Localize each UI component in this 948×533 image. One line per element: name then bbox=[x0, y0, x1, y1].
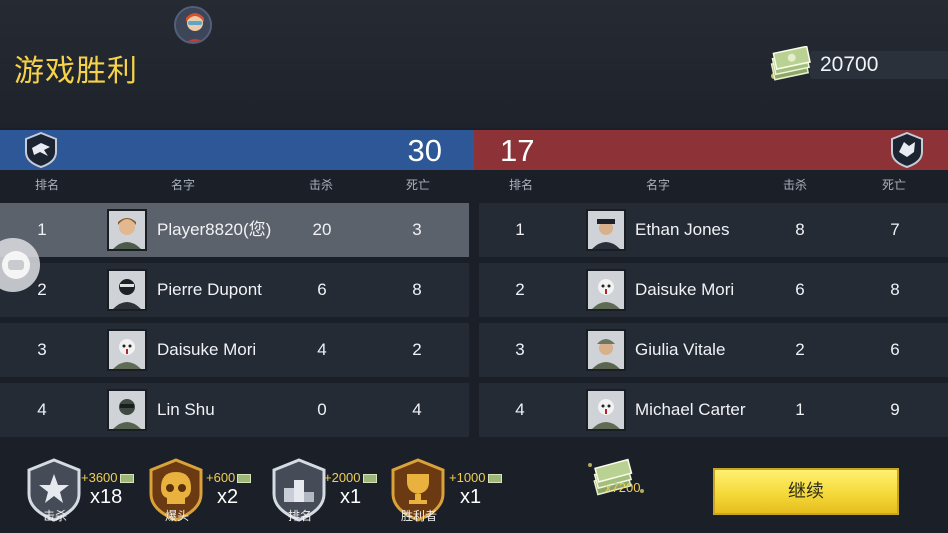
assistant-icon bbox=[2, 251, 30, 279]
player-avatar[interactable] bbox=[174, 6, 212, 44]
reward-bonus: +3600 bbox=[81, 470, 134, 485]
player-avatar-icon bbox=[586, 389, 626, 431]
victory-title: 游戏胜利 bbox=[14, 54, 138, 89]
table-row[interactable]: 4 Lin Shu 0 4 bbox=[0, 383, 469, 437]
cash-small-icon bbox=[362, 474, 377, 484]
red-team-emblem-icon bbox=[891, 132, 923, 168]
reward-multiplier: x1 bbox=[460, 486, 482, 508]
row-name: Giulia Vitale bbox=[635, 340, 726, 359]
row-kills: 6 bbox=[795, 280, 805, 299]
reward-bonus: +600 bbox=[206, 470, 252, 485]
cash-stack-icon bbox=[770, 46, 811, 81]
row-deaths: 4 bbox=[412, 400, 422, 419]
side-float-button[interactable] bbox=[0, 238, 40, 292]
reward-label: 爆头 bbox=[164, 509, 189, 523]
team-blue-bar: 30 bbox=[0, 130, 474, 170]
table-row[interactable]: 2 Pierre Dupont 6 8 bbox=[0, 263, 469, 317]
player-avatar-icon bbox=[107, 209, 147, 251]
row-deaths: 8 bbox=[412, 280, 422, 299]
row-deaths: 2 bbox=[412, 340, 422, 359]
cash-small-icon bbox=[237, 474, 252, 484]
cash-small-icon bbox=[487, 474, 502, 484]
row-name: Ethan Jones bbox=[635, 220, 730, 239]
left-header-rank: 排名 bbox=[34, 178, 59, 192]
reward-multiplier: x18 bbox=[90, 486, 123, 508]
row-deaths: 6 bbox=[890, 340, 900, 359]
row-deaths: 3 bbox=[412, 220, 422, 239]
row-deaths: 9 bbox=[890, 400, 900, 419]
left-header-name: 名字 bbox=[170, 178, 195, 192]
row-kills: 2 bbox=[795, 340, 805, 359]
table-row[interactable]: 1 Player8820(您) 20 3 bbox=[0, 203, 469, 257]
right-header-name: 名字 bbox=[645, 178, 670, 192]
reward-bonus: +1000 bbox=[449, 470, 502, 485]
row-name: Player8820(您) bbox=[157, 220, 272, 239]
row-name: Michael Carter bbox=[635, 400, 746, 419]
row-rank: 1 bbox=[515, 220, 525, 239]
total-reward: x7200 bbox=[605, 480, 641, 495]
left-header-kills: 击杀 bbox=[308, 178, 333, 192]
cash-small-icon bbox=[119, 474, 134, 484]
right-header-deaths: 死亡 bbox=[881, 178, 906, 192]
row-deaths: 7 bbox=[890, 220, 900, 239]
player-avatar-icon bbox=[107, 329, 147, 371]
table-row[interactable]: 3 Daisuke Mori 4 2 bbox=[0, 323, 469, 377]
player-avatar-icon bbox=[586, 209, 626, 251]
right-header-kills: 击杀 bbox=[782, 178, 807, 192]
table-row[interactable]: 2 Daisuke Mori 6 8 bbox=[479, 263, 948, 317]
team-red-bar: 17 bbox=[474, 130, 948, 170]
reward-label: 排名 bbox=[287, 509, 312, 523]
row-rank: 4 bbox=[37, 400, 47, 419]
table-row[interactable]: 4 Michael Carter 1 9 bbox=[479, 383, 948, 437]
row-kills: 0 bbox=[317, 400, 327, 419]
blue-team-score: 30 bbox=[407, 133, 442, 168]
continue-button[interactable]: 继续 bbox=[713, 468, 899, 515]
left-header-deaths: 死亡 bbox=[405, 178, 430, 192]
reward-multiplier: x1 bbox=[340, 486, 362, 508]
money-value: 20700 bbox=[810, 51, 948, 79]
row-rank: 2 bbox=[515, 280, 525, 299]
player-avatar-icon bbox=[107, 269, 147, 311]
row-kills: 6 bbox=[317, 280, 327, 299]
row-kills: 4 bbox=[317, 340, 327, 359]
player-avatar-icon bbox=[586, 269, 626, 311]
player-avatar-icon bbox=[107, 389, 147, 431]
table-row[interactable]: 3 Giulia Vitale 2 6 bbox=[479, 323, 948, 377]
row-rank: 3 bbox=[37, 340, 47, 359]
table-row[interactable]: 1 Ethan Jones 8 7 bbox=[479, 203, 948, 257]
red-team-score: 17 bbox=[500, 133, 535, 168]
row-name: Daisuke Mori bbox=[157, 340, 257, 359]
row-rank: 3 bbox=[515, 340, 525, 359]
player-avatar-icon bbox=[586, 329, 626, 371]
reward-bonus: +2000 bbox=[324, 470, 377, 485]
row-name: Lin Shu bbox=[157, 400, 215, 419]
row-deaths: 8 bbox=[890, 280, 900, 299]
row-kills: 1 bbox=[795, 400, 805, 419]
right-header-rank: 排名 bbox=[508, 178, 533, 192]
row-name: Daisuke Mori bbox=[635, 280, 735, 299]
reward-label: 胜利者 bbox=[400, 509, 437, 523]
row-kills: 8 bbox=[795, 220, 805, 239]
reward-multiplier: x2 bbox=[217, 486, 239, 508]
blue-team-emblem-icon bbox=[25, 132, 57, 168]
row-name: Pierre Dupont bbox=[157, 280, 262, 299]
reward-label: 击杀 bbox=[42, 509, 67, 523]
row-kills: 20 bbox=[312, 220, 332, 239]
row-rank: 4 bbox=[515, 400, 525, 419]
